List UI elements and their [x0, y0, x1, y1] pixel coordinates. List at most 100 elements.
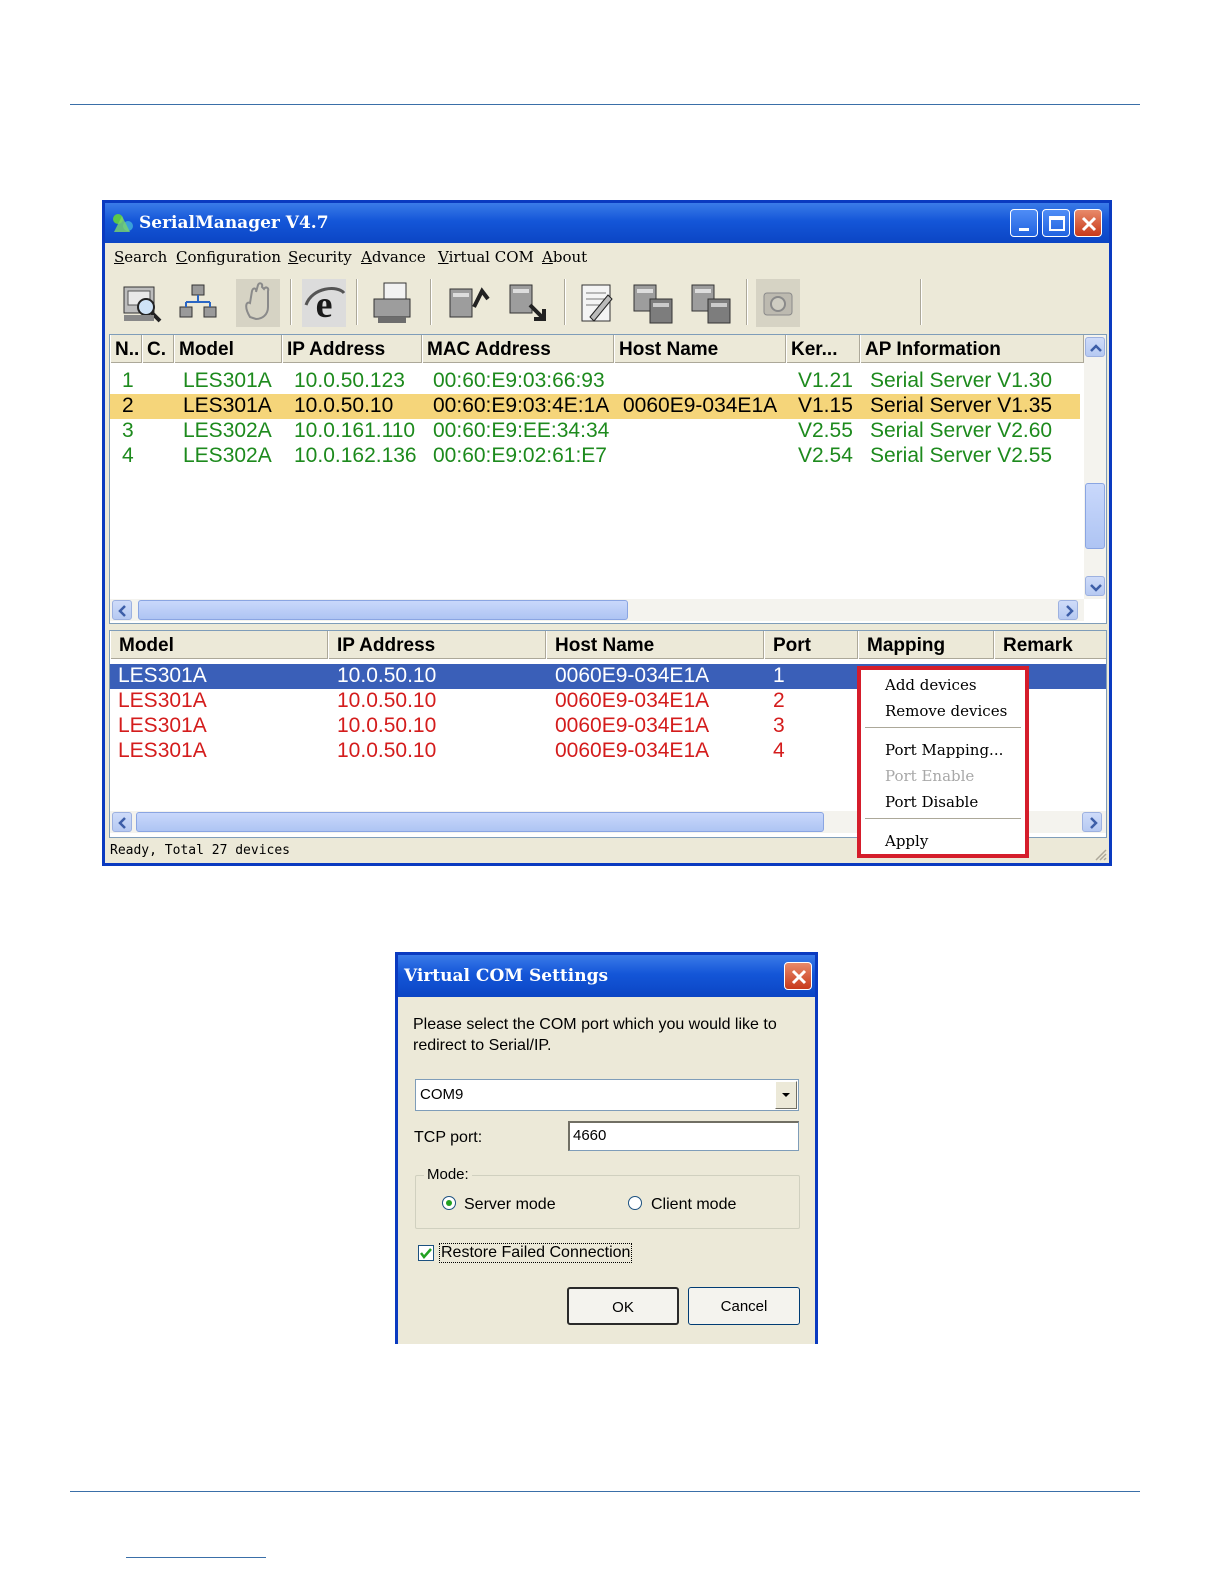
- horizontal-scroll-thumb[interactable]: [136, 812, 824, 832]
- hand-icon[interactable]: [234, 277, 282, 329]
- vertical-scroll-thumb[interactable]: [1085, 483, 1105, 549]
- cell-ip: 10.0.50.123: [294, 369, 405, 392]
- menu-advance[interactable]: Advance: [361, 248, 426, 266]
- dialog-title: Virtual COM Settings: [404, 966, 609, 986]
- toolbar: e: [110, 273, 1109, 333]
- column-model[interactable]: Model: [110, 631, 328, 659]
- scroll-up-button[interactable]: [1085, 337, 1105, 357]
- menu-security[interactable]: Security: [288, 248, 352, 266]
- dialog-title-bar[interactable]: Virtual COM Settings: [398, 955, 815, 997]
- table-row[interactable]: 3 LES302A 10.0.161.110 00:60:E9:EE:34:34…: [110, 419, 1084, 444]
- internet-explorer-icon[interactable]: e: [300, 277, 348, 329]
- window-title: SerialManager V4.7: [139, 213, 329, 233]
- menu-configuration[interactable]: Configuration: [176, 248, 281, 266]
- menu-separator: [865, 818, 1021, 820]
- cell-host: 0060E9-034E1A: [555, 664, 710, 687]
- cell-mac: 00:60:E9:03:66:93: [433, 369, 605, 392]
- server-download-icon[interactable]: [504, 277, 552, 329]
- menu-bar: Search Configuration Security Advance Vi…: [105, 243, 1109, 271]
- chevron-down-icon: [1090, 584, 1102, 592]
- server-mode-label[interactable]: Server mode: [464, 1196, 556, 1214]
- bottom-rule: [70, 1491, 1140, 1492]
- cell-model: LES302A: [183, 419, 272, 442]
- menu-port-disable[interactable]: Port Disable: [885, 793, 978, 811]
- menu-add-devices[interactable]: Add devices: [885, 676, 977, 694]
- menu-port-mapping[interactable]: Port Mapping...: [885, 741, 1003, 759]
- minimize-button[interactable]: [1010, 209, 1038, 237]
- table-row[interactable]: LES301A 10.0.50.10 0060E9-034E1A 2: [110, 689, 850, 714]
- radio-selected-dot: [446, 1200, 452, 1206]
- server-disconnect-icon[interactable]: [688, 277, 736, 329]
- device-list-horizontal-scrollbar[interactable]: [110, 599, 1084, 621]
- scroll-right-button[interactable]: [1082, 812, 1102, 832]
- cell-host: 0060E9-034E1A: [555, 714, 710, 737]
- cell-ip: 10.0.50.10: [337, 664, 437, 687]
- chevron-up-icon: [1090, 344, 1102, 352]
- column-host-name[interactable]: Host Name: [614, 335, 786, 363]
- toolbar-separator: [356, 279, 358, 325]
- scroll-left-button[interactable]: [112, 812, 132, 832]
- cell-kernel: V1.21: [798, 369, 853, 392]
- table-row[interactable]: LES301A 10.0.50.10 0060E9-034E1A 3: [110, 714, 850, 739]
- cell-ip: 10.0.162.136: [294, 444, 417, 467]
- cell-ap: Serial Server V1.35: [870, 394, 1053, 417]
- cell-model: LES301A: [183, 394, 272, 417]
- server-connect-icon[interactable]: [630, 277, 678, 329]
- resize-grip-icon[interactable]: [1091, 845, 1107, 861]
- column-ip-address[interactable]: IP Address: [328, 631, 546, 659]
- column-host-name[interactable]: Host Name: [546, 631, 764, 659]
- menu-virtual-com[interactable]: Virtual COM: [438, 248, 534, 266]
- com-port-dropdown-button[interactable]: [775, 1081, 797, 1109]
- tcp-port-input[interactable]: 4660: [568, 1121, 799, 1151]
- column-remark[interactable]: Remark: [994, 631, 1106, 659]
- cell-number: 3: [122, 419, 134, 442]
- server-mode-radio[interactable]: [442, 1196, 456, 1210]
- cell-model: LES301A: [118, 714, 207, 737]
- toolbar-separator: [290, 279, 292, 325]
- printer-icon[interactable]: [368, 277, 416, 329]
- restore-failed-connection-checkbox[interactable]: [418, 1245, 434, 1261]
- com-port-select[interactable]: COM9: [415, 1079, 799, 1111]
- scroll-right-button[interactable]: [1058, 600, 1078, 620]
- column-kernel[interactable]: Ker...: [786, 335, 860, 363]
- server-upload-icon[interactable]: [444, 277, 492, 329]
- client-mode-label[interactable]: Client mode: [651, 1196, 736, 1214]
- column-ip-address[interactable]: IP Address: [282, 335, 422, 363]
- table-row[interactable]: 1 LES301A 10.0.50.123 00:60:E9:03:66:93 …: [110, 369, 1084, 394]
- column-ap-information[interactable]: AP Information: [860, 335, 1084, 363]
- column-model[interactable]: Model: [174, 335, 282, 363]
- menu-apply[interactable]: Apply: [885, 832, 928, 850]
- cancel-button[interactable]: Cancel: [688, 1287, 800, 1325]
- column-port[interactable]: Port: [764, 631, 858, 659]
- toolbar-separator: [746, 279, 748, 325]
- column-mac-address[interactable]: MAC Address: [422, 335, 614, 363]
- scroll-left-button[interactable]: [112, 600, 132, 620]
- maximize-button[interactable]: [1042, 209, 1070, 237]
- scroll-down-button[interactable]: [1085, 576, 1105, 596]
- document-edit-icon[interactable]: [572, 277, 620, 329]
- column-number[interactable]: N..: [110, 335, 142, 363]
- search-device-icon[interactable]: [118, 277, 166, 329]
- title-bar[interactable]: SerialManager V4.7: [105, 203, 1109, 243]
- menu-search[interactable]: Search: [114, 248, 167, 266]
- camera-icon[interactable]: [754, 277, 802, 329]
- toolbar-separator: [430, 279, 432, 325]
- column-c[interactable]: C.: [142, 335, 174, 363]
- menu-separator: [865, 727, 1021, 729]
- column-mapping[interactable]: Mapping: [858, 631, 994, 659]
- device-list-vertical-scrollbar[interactable]: [1084, 335, 1106, 599]
- menu-remove-devices[interactable]: Remove devices: [885, 702, 1007, 720]
- cell-port: 1: [773, 664, 785, 687]
- ok-button[interactable]: OK: [567, 1287, 679, 1325]
- table-row[interactable]: 2 LES301A 10.0.50.10 00:60:E9:03:4E:1A 0…: [110, 394, 1080, 419]
- horizontal-scroll-thumb[interactable]: [138, 600, 628, 620]
- toolbar-separator: [564, 279, 566, 325]
- restore-failed-connection-label[interactable]: Restore Failed Connection: [438, 1243, 633, 1263]
- table-row[interactable]: 4 LES302A 10.0.162.136 00:60:E9:02:61:E7…: [110, 444, 1084, 469]
- table-row[interactable]: LES301A 10.0.50.10 0060E9-034E1A 4: [110, 739, 850, 764]
- network-icon[interactable]: [174, 277, 222, 329]
- client-mode-radio[interactable]: [628, 1196, 642, 1210]
- close-button[interactable]: [1074, 209, 1102, 237]
- menu-about[interactable]: About: [542, 248, 587, 266]
- dialog-close-button[interactable]: [784, 962, 812, 990]
